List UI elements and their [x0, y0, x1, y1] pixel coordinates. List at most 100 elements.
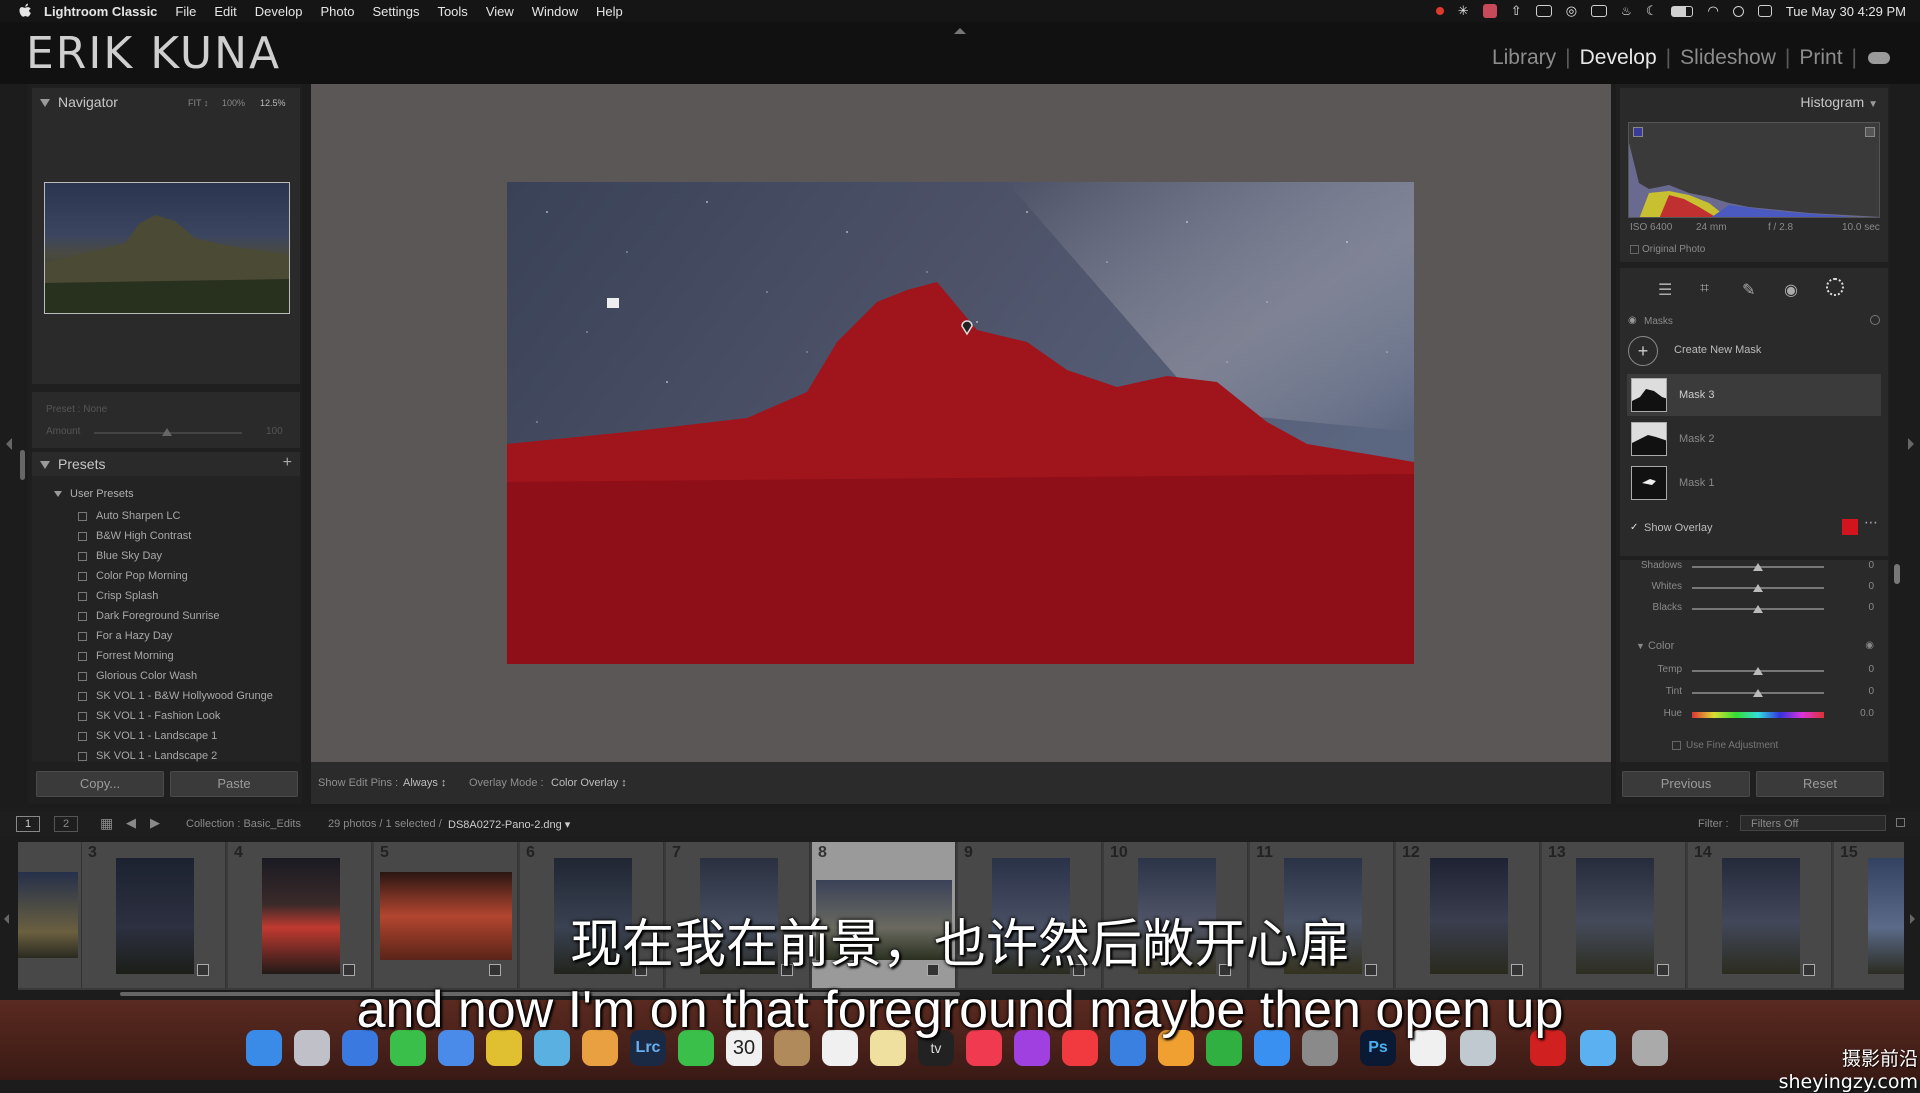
menu-settings[interactable]: Settings: [372, 4, 419, 19]
module-library[interactable]: Library: [1492, 46, 1556, 70]
adjust-slider-knob[interactable]: [1753, 605, 1763, 613]
highlight-clip-icon[interactable]: [1865, 127, 1875, 137]
slider-value[interactable]: 0: [1868, 560, 1874, 571]
zoom-100[interactable]: 100%: [222, 98, 245, 108]
adjust-slider-knob[interactable]: [1753, 563, 1763, 571]
filmstrip-cell[interactable]: 15: [1834, 842, 1904, 988]
more-options-icon[interactable]: ⋯: [1864, 514, 1878, 531]
preset-item[interactable]: Blue Sky Day: [78, 550, 162, 562]
filmstrip-cell[interactable]: 3: [82, 842, 226, 988]
healing-icon[interactable]: ✎: [1742, 280, 1755, 300]
slider-value[interactable]: 0: [1868, 581, 1874, 592]
shadow-clip-icon[interactable]: [1633, 127, 1643, 137]
red-eye-icon[interactable]: ◉: [1784, 280, 1798, 300]
adjust-slider-knob[interactable]: [1753, 584, 1763, 592]
module-slideshow[interactable]: Slideshow: [1680, 46, 1776, 70]
mask-row-3[interactable]: Mask 3: [1627, 374, 1881, 416]
masking-icon[interactable]: [1826, 278, 1844, 296]
clock[interactable]: Tue May 30 4:29 PM: [1786, 4, 1906, 19]
preset-item[interactable]: SK VOL 1 - B&W Hollywood Grunge: [78, 690, 273, 702]
menu-view[interactable]: View: [486, 4, 514, 19]
adjust-slider-knob[interactable]: [1753, 689, 1763, 697]
create-new-mask-button[interactable]: +: [1628, 336, 1658, 366]
left-scrollbar[interactable]: [20, 450, 25, 480]
paste-button[interactable]: Paste: [170, 771, 298, 797]
overlay-mode-select[interactable]: Color Overlay ↕: [551, 777, 627, 789]
edit-sliders-icon[interactable]: ☰: [1658, 280, 1672, 300]
preset-item[interactable]: SK VOL 1 - Fashion Look: [78, 710, 220, 722]
menu-help[interactable]: Help: [596, 4, 623, 19]
control-center-icon[interactable]: [1757, 5, 1772, 17]
forward-arrow-icon[interactable]: ▶: [150, 815, 160, 831]
slider-value[interactable]: 0: [1868, 602, 1874, 613]
left-panel-collapse-icon[interactable]: [6, 438, 12, 450]
photo-with-mask-overlay[interactable]: [507, 182, 1414, 664]
back-arrow-icon[interactable]: ◀: [126, 815, 136, 831]
filmstrip-left-arrow-icon[interactable]: [4, 914, 9, 924]
window-icon[interactable]: [1535, 5, 1552, 17]
app-name[interactable]: Lightroom Classic: [44, 4, 157, 19]
collapse-top-arrow-icon[interactable]: [954, 28, 966, 34]
menu-photo[interactable]: Photo: [320, 4, 354, 19]
menu-develop[interactable]: Develop: [255, 4, 303, 19]
original-photo-checkbox[interactable]: [1630, 245, 1639, 254]
filter-lock-icon[interactable]: [1896, 818, 1905, 827]
moon-icon[interactable]: ☾: [1646, 3, 1658, 19]
preset-item[interactable]: SK VOL 1 - Landscape 1: [78, 730, 217, 742]
preset-item[interactable]: SK VOL 1 - Landscape 2: [78, 750, 217, 762]
navigator-header[interactable]: Navigator: [40, 94, 118, 110]
menu-file[interactable]: File: [175, 4, 196, 19]
menu-window[interactable]: Window: [532, 4, 578, 19]
copy-button[interactable]: Copy...: [36, 771, 164, 797]
preset-item[interactable]: Color Pop Morning: [78, 570, 188, 582]
grid-view-icon[interactable]: ▦: [100, 815, 113, 832]
filter-select[interactable]: Filters Off: [1740, 815, 1886, 831]
adjust-slider[interactable]: [1692, 712, 1824, 718]
mask-row-1[interactable]: Mask 1: [1627, 462, 1881, 504]
histogram-graph[interactable]: [1628, 122, 1880, 218]
add-preset-icon[interactable]: +: [283, 454, 292, 472]
current-filename[interactable]: DS8A0272-Pano-2.dng ▾: [448, 818, 570, 831]
preset-item[interactable]: B&W High Contrast: [78, 530, 191, 542]
zoom-fit[interactable]: FIT ↕: [188, 98, 208, 108]
reset-button[interactable]: Reset: [1756, 771, 1884, 797]
presets-header[interactable]: Presets: [40, 456, 105, 472]
create-new-mask-label[interactable]: Create New Mask: [1674, 344, 1761, 356]
apple-icon[interactable]: [18, 3, 34, 19]
zoom-12-5[interactable]: 12.5%: [260, 98, 286, 108]
battery-icon[interactable]: [1671, 5, 1694, 17]
navigator-preview[interactable]: [44, 182, 290, 314]
display-icon[interactable]: [1591, 5, 1608, 17]
menu-tools[interactable]: Tools: [437, 4, 467, 19]
filmstrip-cell[interactable]: [18, 842, 82, 988]
slider-value[interactable]: 0.0: [1860, 708, 1874, 719]
fine-adjust-checkbox[interactable]: [1672, 741, 1681, 750]
eye-icon[interactable]: ◉: [1628, 315, 1637, 326]
search-icon[interactable]: [1732, 5, 1744, 17]
right-scrollbar[interactable]: [1894, 564, 1900, 584]
preset-item[interactable]: Crisp Splash: [78, 590, 158, 602]
monitor-2-button[interactable]: 2: [54, 816, 78, 832]
flame-icon[interactable]: ♨: [1621, 4, 1632, 18]
color-section-header[interactable]: ▼ Color: [1636, 640, 1674, 652]
user-presets-group[interactable]: User Presets: [54, 488, 134, 500]
preset-item[interactable]: Glorious Color Wash: [78, 670, 197, 682]
color-eye-icon[interactable]: ◉: [1865, 640, 1874, 651]
filmstrip-right-arrow-icon[interactable]: [1910, 914, 1915, 924]
histogram-header[interactable]: Histogram ▼: [1800, 94, 1878, 110]
menu-edit[interactable]: Edit: [214, 4, 236, 19]
monitor-1-button[interactable]: 1: [16, 816, 40, 832]
mask-row-2[interactable]: Mask 2: [1627, 418, 1881, 460]
show-edit-pins-select[interactable]: Always ↕: [403, 777, 446, 789]
slider-value[interactable]: 0: [1868, 664, 1874, 675]
module-develop[interactable]: Develop: [1580, 46, 1657, 70]
overlay-color-swatch[interactable]: [1842, 519, 1858, 535]
extension-icon[interactable]: [1482, 4, 1497, 18]
upload-icon[interactable]: ⇧: [1511, 3, 1522, 19]
amount-slider-knob[interactable]: [162, 428, 172, 436]
module-print[interactable]: Print: [1799, 46, 1842, 70]
preset-item[interactable]: Forrest Morning: [78, 650, 174, 662]
show-overlay-checkbox[interactable]: ✓: [1630, 522, 1638, 533]
main-photo[interactable]: [507, 182, 1414, 664]
collection-label[interactable]: Collection : Basic_Edits: [186, 818, 301, 830]
